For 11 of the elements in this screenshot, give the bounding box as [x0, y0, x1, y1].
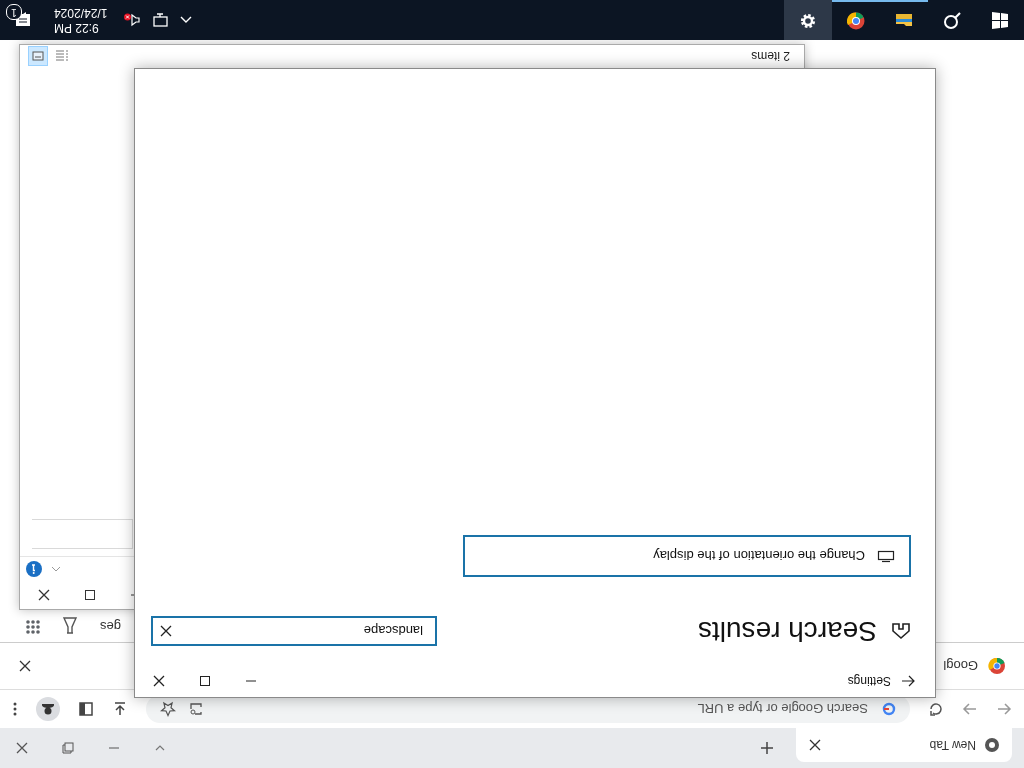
- header-link[interactable]: ges: [100, 619, 121, 634]
- item-count: 2 items: [751, 49, 790, 63]
- search-field[interactable]: landscape: [151, 616, 437, 646]
- address-input[interactable]: Search Google or type a URL: [216, 700, 870, 718]
- infobar-text: Googl: [943, 658, 978, 674]
- browser-tab[interactable]: New Tab: [796, 728, 1012, 762]
- page-heading: Search results: [698, 615, 877, 647]
- notification-badge: 1: [6, 4, 22, 20]
- clock[interactable]: 9:22 PM 1/24/2024: [48, 5, 114, 35]
- search-result[interactable]: Change the orientation of the display: [463, 535, 911, 577]
- window-title: Settings: [847, 674, 891, 688]
